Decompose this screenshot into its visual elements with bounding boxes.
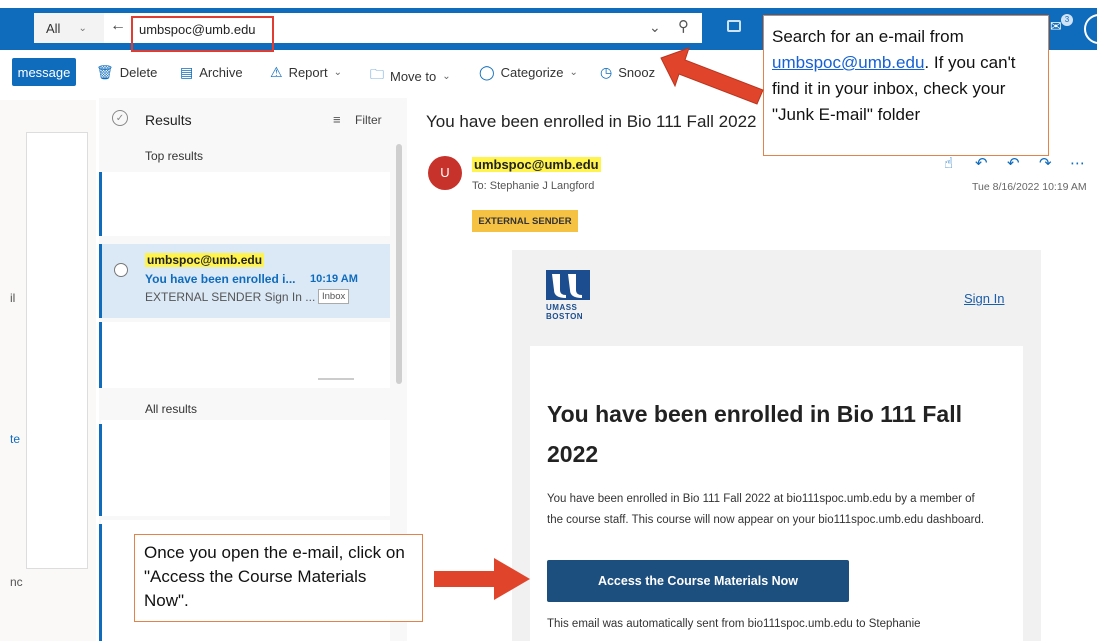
back-arrow-icon[interactable]: ← — [110, 17, 126, 35]
list-item-accent — [99, 524, 102, 641]
reply-icon[interactable]: ↶ — [975, 154, 988, 172]
move-to-label: Move to — [390, 68, 437, 84]
more-options-icon[interactable]: ⋯ — [1070, 154, 1085, 172]
external-sender-badge: EXTERNAL SENDER — [472, 210, 578, 232]
move-to-button[interactable]: 🗀 Move to ⌄ — [370, 64, 451, 88]
report-button[interactable]: ⚠ Report ⌄ — [270, 64, 342, 81]
email-subject-title: You have been enrolled in Bio 111 Fall 2… — [426, 112, 757, 131]
delete-button[interactable]: 🗑 Delete — [96, 64, 157, 81]
access-course-materials-button[interactable]: Access the Course Materials Now — [547, 560, 849, 602]
sender-address[interactable]: umbspoc@umb.edu — [472, 157, 601, 172]
tag-icon: ◯ — [479, 64, 495, 80]
report-label: Report — [288, 65, 328, 80]
folder-badge: Inbox — [318, 289, 350, 304]
list-item-accent — [99, 424, 102, 516]
notification-badge: 3 — [1061, 14, 1073, 26]
list-item-accent — [99, 322, 102, 388]
list-item-accent — [99, 172, 102, 236]
forward-icon[interactable]: ↷ — [1039, 154, 1052, 172]
folder-move-icon: 🗀 — [370, 66, 384, 82]
search-scope-label: All — [46, 20, 61, 36]
chevron-down-icon: ⌄ — [569, 67, 578, 78]
nav-fragment[interactable]: il — [10, 291, 15, 305]
all-results-heading: All results — [145, 402, 198, 416]
arrow-annotation — [660, 47, 764, 105]
meet-now-icon[interactable] — [727, 20, 741, 32]
search-icon[interactable]: ⚲ — [678, 17, 689, 35]
callout-open-instructions: Once you open the e-mail, click on "Acce… — [134, 534, 423, 622]
search-highlight-box — [131, 16, 274, 52]
categorize-label: Categorize — [500, 65, 564, 80]
snooze-button[interactable]: ◷ Snooz — [600, 64, 655, 81]
email-heading: You have been enrolled in Bio 111 Fall 2… — [547, 401, 962, 467]
archive-label: Archive — [199, 65, 243, 80]
archive-icon: ▤ — [180, 64, 194, 80]
logo-text: BOSTON — [546, 312, 584, 321]
chevron-down-icon[interactable]: ⌄ — [649, 19, 661, 36]
email-footer-text: This email was automatically sent from b… — [547, 618, 921, 630]
search-scope-dropdown[interactable]: All ⌄ — [34, 13, 104, 43]
email-paragraph: You have been enrolled in Bio 111 Fall 2… — [547, 493, 985, 526]
message-sender: umbspoc@umb.edu — [145, 253, 265, 267]
message-preview: EXTERNAL SENDER Sign In ... — [145, 290, 316, 304]
megaphone-icon[interactable]: ✉ — [1050, 18, 1062, 35]
list-divider — [318, 378, 354, 380]
chevron-down-icon: ⌄ — [333, 67, 342, 78]
delete-label: Delete — [119, 65, 158, 80]
results-header: Results — [145, 112, 192, 128]
trash-icon: 🗑 — [96, 64, 114, 80]
nav-fragment[interactable]: te — [10, 432, 20, 446]
message-time: 10:19 AM — [310, 273, 358, 285]
new-message-button[interactable]: message — [12, 58, 76, 86]
callout-email-link[interactable]: umbspoc@umb.edu — [772, 53, 924, 72]
received-date: Tue 8/16/2022 10:19 AM — [972, 181, 1087, 193]
like-icon[interactable]: ☝ — [944, 154, 953, 172]
list-item[interactable] — [101, 420, 390, 516]
sign-in-link[interactable]: Sign In — [964, 291, 1004, 306]
chevron-down-icon: ⌄ — [78, 22, 87, 34]
list-item-accent — [99, 244, 102, 318]
snooze-label: Snooz — [618, 65, 656, 80]
recipient-line: To: Stephanie J Langford — [472, 180, 595, 192]
clock-icon: ◷ — [600, 64, 613, 80]
categorize-button[interactable]: ◯ Categorize ⌄ — [479, 64, 578, 81]
warning-icon: ⚠ — [270, 64, 283, 80]
nav-fragment[interactable]: nc — [10, 575, 23, 589]
sender-avatar[interactable]: U — [428, 156, 462, 190]
message-subject: You have been enrolled i... — [145, 272, 296, 286]
folder-panel — [26, 132, 88, 569]
arrow-annotation — [434, 558, 530, 600]
filter-button[interactable]: Filter — [355, 113, 382, 127]
callout-text: Search for an e-mail from — [772, 27, 964, 46]
list-item[interactable] — [101, 172, 390, 236]
reply-all-icon[interactable]: ↶ — [1007, 154, 1020, 172]
filter-icon[interactable]: ≡ — [333, 112, 341, 127]
list-scrollbar[interactable] — [396, 144, 402, 384]
top-results-heading: Top results — [145, 149, 204, 163]
callout-search-instructions: Search for an e-mail from umbspoc@umb.ed… — [763, 15, 1049, 156]
logo-text: UMASS — [546, 303, 578, 312]
archive-button[interactable]: ▤ Archive — [180, 64, 243, 81]
chevron-down-icon: ⌄ — [442, 70, 451, 82]
select-all-checkbox[interactable]: ✓ — [112, 110, 128, 126]
select-message-radio[interactable] — [114, 263, 128, 277]
